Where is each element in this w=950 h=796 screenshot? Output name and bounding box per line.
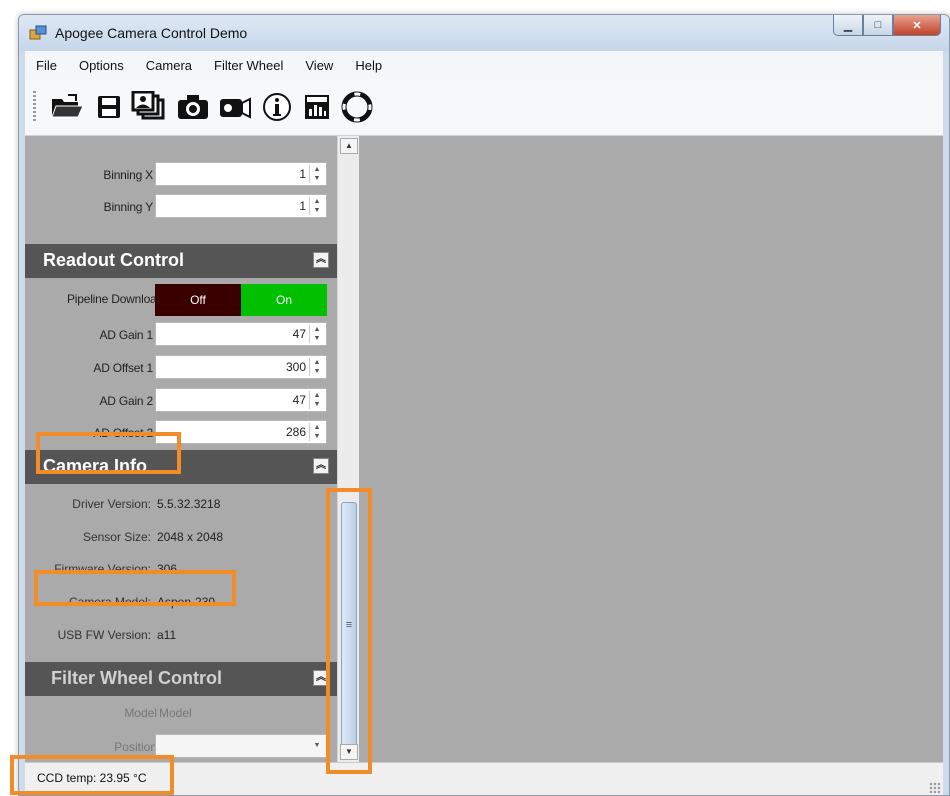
status-bar: CCD temp: 23.95 °C bbox=[25, 762, 943, 795]
close-icon: ✕ bbox=[912, 19, 922, 32]
open-button[interactable] bbox=[47, 87, 87, 127]
ad-offset-2-spinner[interactable]: 286 ▲ ▼ bbox=[155, 420, 327, 444]
pipeline-on-button[interactable]: On bbox=[241, 284, 327, 316]
binning-y-value: 1 bbox=[299, 199, 306, 213]
binning-y-spinner[interactable]: 1 ▲ ▼ bbox=[155, 194, 327, 218]
binning-x-label: Binning X bbox=[103, 168, 153, 182]
panel-scrollbar[interactable]: ▲ ≡ ▼ bbox=[337, 136, 360, 762]
ad-gain-1-spinner[interactable]: 47 ▲ ▼ bbox=[155, 322, 327, 346]
minimize-icon: ▁ bbox=[843, 19, 853, 32]
open-folder-icon bbox=[51, 94, 84, 118]
histogram-icon bbox=[305, 95, 329, 119]
ad-offset-1-value: 300 bbox=[285, 360, 306, 374]
sensor-size-label: Sensor Size: bbox=[82, 530, 151, 544]
menu-view[interactable]: View bbox=[294, 58, 344, 73]
maximize-icon: □ bbox=[874, 19, 882, 31]
spinner-arrows-icon[interactable]: ▲ ▼ bbox=[309, 165, 324, 183]
collapse-icon[interactable]: ︽ bbox=[313, 252, 329, 268]
save-icon bbox=[98, 96, 120, 118]
driver-version-value: 5.5.32.3218 bbox=[157, 497, 221, 511]
app-icon bbox=[29, 25, 47, 40]
toolbar bbox=[25, 79, 943, 136]
ad-offset-1-label: AD Offset 1 bbox=[93, 361, 153, 375]
menu-camera[interactable]: Camera bbox=[135, 58, 203, 73]
scrollbar-thumb[interactable]: ≡ bbox=[341, 502, 357, 748]
maximize-button[interactable]: □ bbox=[863, 15, 893, 36]
info-icon bbox=[263, 93, 291, 121]
video-camera-icon bbox=[220, 97, 251, 119]
ad-gain-1-value: 47 bbox=[292, 327, 306, 341]
filter-wheel-title: Filter Wheel Control bbox=[51, 668, 222, 688]
spinner-arrows-icon[interactable]: ▲ ▼ bbox=[309, 423, 324, 441]
ad-offset-1-spinner[interactable]: 300 ▲ ▼ bbox=[155, 355, 327, 379]
spinner-arrows-icon[interactable]: ▲ ▼ bbox=[309, 391, 324, 409]
ad-gain-1-label: AD Gain 1 bbox=[99, 328, 153, 342]
collapse-icon[interactable]: ︽ bbox=[313, 670, 329, 686]
ccd-temp-status: CCD temp: 23.95 °C bbox=[37, 771, 147, 785]
window-title: Apogee Camera Control Demo bbox=[55, 25, 248, 41]
camera-icon bbox=[178, 95, 208, 119]
camera-model-label: Camera Model: bbox=[68, 595, 151, 609]
image-display-area[interactable] bbox=[359, 136, 943, 762]
help-button[interactable] bbox=[337, 87, 377, 127]
ad-offset-2-value: 286 bbox=[285, 425, 306, 439]
binning-y-label: Binning Y bbox=[103, 200, 154, 214]
camera-info-header[interactable]: Camera Info ︽ bbox=[25, 450, 337, 484]
ad-gain-2-label: AD Gain 2 bbox=[99, 394, 153, 408]
usb-fw-version-label: USB FW Version: bbox=[57, 628, 151, 642]
lifebuoy-icon bbox=[341, 91, 373, 123]
ad-gain-2-value: 47 bbox=[292, 393, 306, 407]
window-controls: ▁ □ ✕ bbox=[833, 15, 941, 37]
scroll-up-icon[interactable]: ▲ bbox=[340, 138, 358, 154]
menu-options[interactable]: Options bbox=[68, 58, 135, 73]
readout-control-title: Readout Control bbox=[43, 250, 184, 270]
chevron-down-icon[interactable]: ▼ bbox=[310, 737, 324, 755]
readout-control-header[interactable]: Readout Control ︽ bbox=[25, 244, 337, 278]
spinner-arrows-icon[interactable]: ▲ ▼ bbox=[309, 325, 324, 343]
snapshot-button[interactable] bbox=[173, 87, 213, 127]
camera-info-title: Camera Info bbox=[43, 456, 148, 476]
filter-wheel-header[interactable]: Filter Wheel Control ︽ bbox=[25, 662, 337, 696]
firmware-version-label: Firmware Version: bbox=[54, 562, 151, 576]
sensor-size-value: 2048 x 2048 bbox=[157, 530, 224, 544]
menu-bar: File Options Camera Filter Wheel View He… bbox=[25, 51, 943, 79]
ad-offset-2-label: AD Offset 2 bbox=[93, 426, 153, 440]
driver-version-label: Driver Version: bbox=[72, 497, 151, 511]
app-window: Apogee Camera Control Demo ▁ □ ✕ File Op… bbox=[18, 14, 950, 796]
scroll-down-icon[interactable]: ▼ bbox=[340, 744, 358, 760]
usb-fw-version-value: a11 bbox=[157, 628, 177, 642]
camera-settings-panel: Binning X 1 ▲ ▼ Binning Y 1 ▲ ▼ Readout Co… bbox=[25, 136, 337, 762]
save-button[interactable] bbox=[89, 87, 129, 127]
spinner-arrows-icon[interactable]: ▲ ▼ bbox=[309, 358, 324, 376]
pipeline-download-label: Pipeline Download bbox=[67, 292, 163, 306]
menu-help[interactable]: Help bbox=[344, 58, 393, 73]
info-button[interactable] bbox=[257, 87, 297, 127]
ad-gain-2-spinner[interactable]: 47 ▲ ▼ bbox=[155, 388, 327, 412]
filter-position-label: Position bbox=[114, 740, 157, 754]
sequence-button[interactable] bbox=[129, 87, 169, 127]
filter-position-select[interactable]: ▼ bbox=[155, 734, 327, 758]
collapse-icon[interactable]: ︽ bbox=[313, 458, 329, 474]
menu-filter-wheel[interactable]: Filter Wheel bbox=[203, 58, 294, 73]
minimize-button[interactable]: ▁ bbox=[833, 15, 863, 36]
pipeline-off-button[interactable]: Off bbox=[155, 284, 241, 316]
binning-x-spinner[interactable]: 1 ▲ ▼ bbox=[155, 162, 327, 186]
multi-image-icon bbox=[131, 91, 165, 120]
video-button[interactable] bbox=[215, 87, 255, 127]
close-button[interactable]: ✕ bbox=[893, 15, 941, 36]
menu-file[interactable]: File bbox=[25, 58, 68, 73]
spinner-arrows-icon[interactable]: ▲ ▼ bbox=[309, 197, 324, 215]
histogram-button[interactable] bbox=[297, 87, 337, 127]
resize-grip-icon[interactable] bbox=[929, 782, 941, 794]
firmware-version-value: 306 bbox=[157, 562, 178, 576]
filter-model-value: Model bbox=[159, 706, 192, 720]
filter-model-label: Model bbox=[124, 706, 157, 720]
toolbar-grip[interactable] bbox=[33, 91, 36, 123]
camera-model-value: Aspen-230 bbox=[157, 595, 216, 609]
title-bar: Apogee Camera Control Demo ▁ □ ✕ bbox=[19, 15, 949, 51]
binning-x-value: 1 bbox=[299, 167, 306, 181]
grip-icon: ≡ bbox=[345, 619, 353, 631]
